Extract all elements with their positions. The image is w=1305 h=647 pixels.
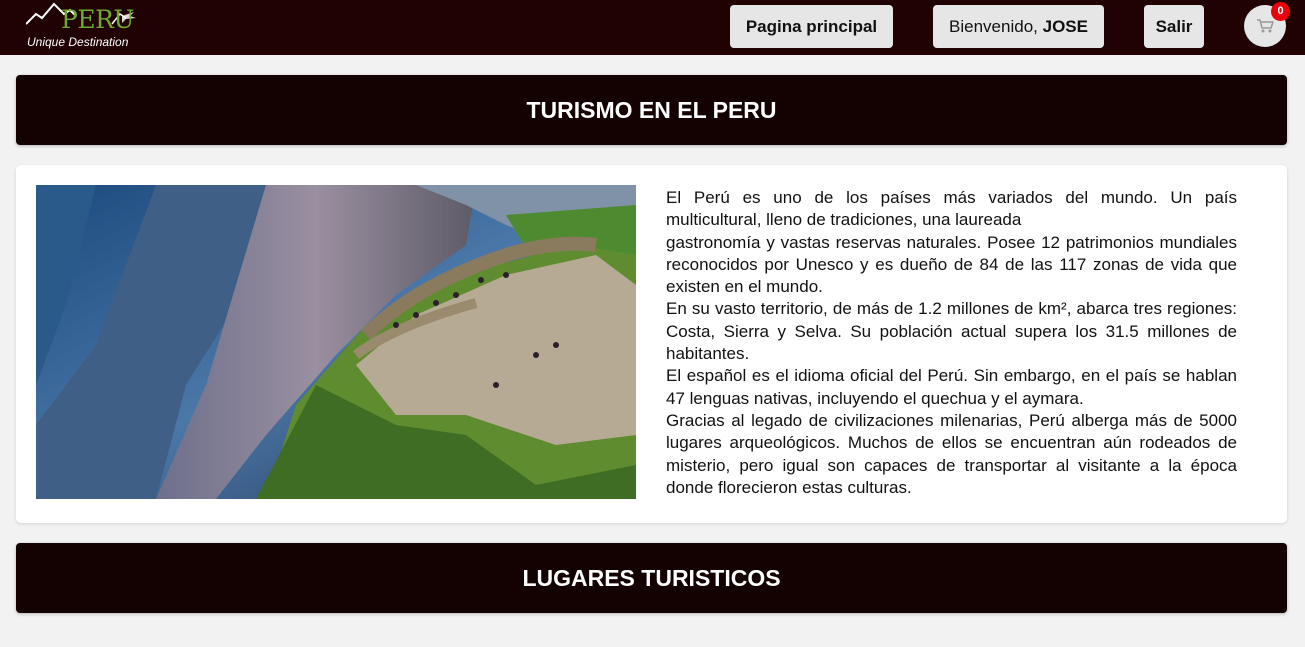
description-paragraph: Gracias al legado de civilizaciones mile… xyxy=(666,410,1237,497)
cart-icon xyxy=(1257,19,1274,33)
cart-count-badge: 0 xyxy=(1271,2,1290,21)
user-welcome-button[interactable]: Bienvenido, JOSE xyxy=(933,5,1104,48)
peru-logo[interactable]: PERU Unique Destination xyxy=(26,0,138,52)
home-button[interactable]: Pagina principal xyxy=(730,5,893,48)
places-title-banner: LUGARES TURISTICOS xyxy=(16,543,1287,613)
colca-canyon-photo xyxy=(36,185,636,499)
description-paragraph: gastronomía y vastas reservas naturales.… xyxy=(666,232,1237,297)
peru-description: El Perú es uno de los países más variado… xyxy=(666,187,1237,499)
description-paragraph: En su vasto territorio, de más de 1.2 mi… xyxy=(666,299,1237,364)
tourism-title-banner: TURISMO EN EL PERU xyxy=(16,75,1287,145)
top-navbar: PERU Unique Destination Pagina principal… xyxy=(0,0,1305,55)
user-name: JOSE xyxy=(1042,17,1088,36)
logout-button[interactable]: Salir xyxy=(1144,5,1204,48)
welcome-label: Bienvenido, xyxy=(949,17,1043,36)
logo-wordmark: PERU xyxy=(61,5,134,34)
description-paragraph: El español es el idioma oficial del Perú… xyxy=(666,366,1237,408)
intro-card: El Perú es uno de los países más variado… xyxy=(16,165,1287,523)
description-paragraph: El Perú es uno de los países más variado… xyxy=(666,188,1237,230)
logo-tagline: Unique Destination xyxy=(27,35,129,49)
